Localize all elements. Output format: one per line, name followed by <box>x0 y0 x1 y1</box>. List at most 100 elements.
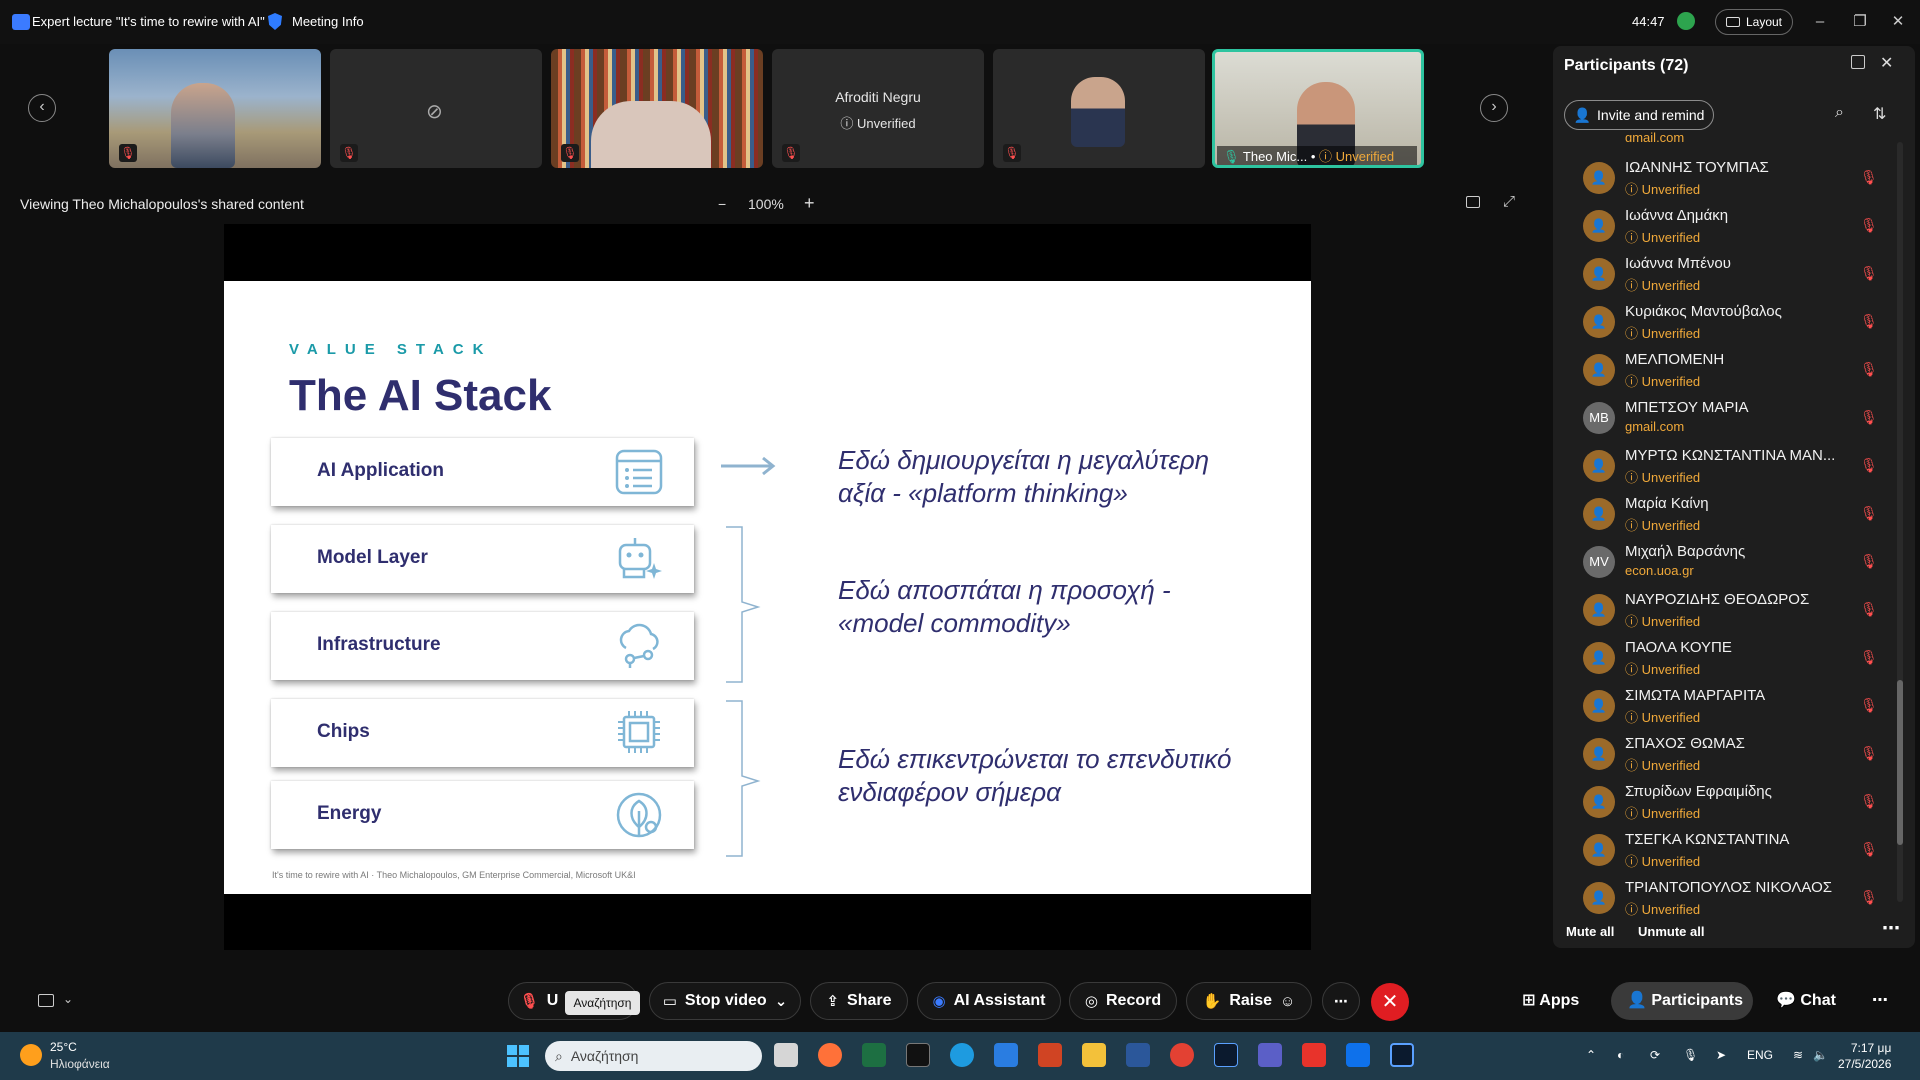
video-thumb-3[interactable]: 🎙 <box>551 49 763 168</box>
chrome-icon[interactable] <box>1170 1043 1194 1067</box>
tray-mic-muted-icon[interactable]: 🎙 <box>1683 1048 1698 1062</box>
video-thumb-5[interactable]: 🎙 <box>993 49 1205 168</box>
webex-active-icon[interactable] <box>1390 1043 1414 1067</box>
muted-mic-icon[interactable]: 🎙 <box>1860 601 1878 618</box>
anydesk-icon[interactable] <box>1302 1043 1326 1067</box>
invite-remind-button[interactable]: 👤 Invite and remind <box>1564 100 1714 130</box>
meeting-info-link[interactable]: Meeting Info <box>292 14 364 29</box>
raise-hand-button[interactable]: ✋ Raise ☺ <box>1186 982 1312 1020</box>
taskbar-search[interactable]: ⌕ Αναζήτηση <box>545 1041 762 1071</box>
toolbar-more-icon[interactable]: ⋯ <box>1872 990 1888 1010</box>
word-icon[interactable] <box>1126 1043 1150 1067</box>
zoom-out-button[interactable]: − <box>718 196 726 212</box>
video-thumb-1[interactable]: 🎙 <box>109 49 321 168</box>
prev-page-icon[interactable]: ‹ <box>28 94 56 122</box>
tray-sync-icon[interactable]: ⟳ <box>1650 1048 1660 1062</box>
video-thumb-active-speaker[interactable]: 🎙 Theo Mic... • ⓘ Unverified <box>1212 49 1424 168</box>
participants-button[interactable]: 👤 Participants <box>1627 990 1743 1010</box>
participant-row[interactable]: 👤 ΙΩΑΝΝΗΣ ΤΟΥΜΠΑΣ ⓘ Unverified 🎙 <box>1583 155 1883 203</box>
weather-temp[interactable]: 25°C <box>50 1040 77 1054</box>
chevron-down-icon[interactable]: ⌄ <box>63 992 73 1006</box>
leave-meeting-button[interactable]: ✕ <box>1371 983 1409 1021</box>
tradingview-icon[interactable] <box>906 1043 930 1067</box>
participant-row[interactable]: 👤 ΤΡΙΑΝΤΟΠΟΥΛΟΣ ΝΙΚΟΛΑΟΣ ⓘ Unverified 🎙 <box>1583 875 1883 923</box>
participant-row[interactable]: 👤 Κυριάκος Μαντούβαλος ⓘ Unverified 🎙 <box>1583 299 1883 347</box>
muted-mic-icon[interactable]: 🎙 <box>1860 889 1878 906</box>
participant-row[interactable]: 👤 Σπυρίδων Εφραιμίδης ⓘ Unverified 🎙 <box>1583 779 1883 827</box>
share-button[interactable]: ⇪ Share <box>810 982 908 1020</box>
close-panel-icon[interactable]: ✕ <box>1880 53 1893 73</box>
mute-all-button[interactable]: Mute all <box>1566 924 1614 939</box>
tray-location-icon[interactable]: ➤ <box>1716 1048 1726 1062</box>
language-indicator[interactable]: ENG <box>1747 1048 1773 1062</box>
participant-row[interactable]: 👤 ΝΑΥΡΟΖΙΔΗΣ ΘΕΟΔΩΡΟΣ ⓘ Unverified 🎙 <box>1583 587 1883 635</box>
close-window-button[interactable]: ✕ <box>1888 12 1908 32</box>
participant-row[interactable]: 👤 Ιωάννα Μπένου ⓘ Unverified 🎙 <box>1583 251 1883 299</box>
muted-mic-icon[interactable]: 🎙 <box>1860 793 1878 810</box>
participant-row[interactable]: 👤 Μαρία Καίνη ⓘ Unverified 🎙 <box>1583 491 1883 539</box>
participant-row[interactable]: 👤 ΤΣΕΓΚΑ ΚΩΝΣΤΑΝΤΙΝΑ ⓘ Unverified 🎙 <box>1583 827 1883 875</box>
popout-panel-icon[interactable] <box>1851 55 1865 69</box>
video-thumb-4[interactable]: Afroditi Negru ⓘ Unverified 🎙 <box>772 49 984 168</box>
tray-chevron-up-icon[interactable]: ⌃ <box>1586 1048 1596 1062</box>
muted-mic-icon[interactable]: 🎙 <box>1860 169 1878 186</box>
file-explorer-icon[interactable] <box>1082 1043 1106 1067</box>
excel-icon[interactable] <box>862 1043 886 1067</box>
participant-row[interactable]: 👤 Ιωάννα Δημάκη ⓘ Unverified 🎙 <box>1583 203 1883 251</box>
teamviewer-icon[interactable] <box>1346 1043 1370 1067</box>
next-page-icon[interactable]: › <box>1480 94 1508 122</box>
volume-icon[interactable]: 🔈 <box>1813 1048 1828 1062</box>
stop-video-button[interactable]: ▭ Stop video ⌄ <box>649 982 801 1020</box>
teams-icon[interactable] <box>1258 1043 1282 1067</box>
tray-webex-icon[interactable]: ◐ <box>1617 1048 1624 1062</box>
minimize-button[interactable]: – <box>1810 12 1830 32</box>
muted-mic-icon[interactable]: 🎙 <box>1860 745 1878 762</box>
muted-mic-icon[interactable]: 🎙 <box>1860 265 1878 282</box>
store-icon[interactable] <box>994 1043 1018 1067</box>
muted-mic-icon[interactable]: 🎙 <box>1860 553 1878 570</box>
participant-row[interactable]: MB ΜΠΕΤΣΟΥ ΜΑΡΙΑ gmail.com 🎙 <box>1583 395 1883 443</box>
secure-status-icon[interactable] <box>1677 12 1695 30</box>
panel-scrollbar-thumb[interactable] <box>1897 680 1903 845</box>
apps-button[interactable]: ⊞ Apps <box>1522 990 1579 1010</box>
muted-mic-icon[interactable]: 🎙 <box>1860 505 1878 522</box>
popout-share-icon[interactable] <box>1466 196 1480 208</box>
muted-mic-icon[interactable]: 🎙 <box>1860 841 1878 858</box>
participant-row[interactable]: 👤 ΣΠΑΧΟΣ ΘΩΜΑΣ ⓘ Unverified 🎙 <box>1583 731 1883 779</box>
chat-button[interactable]: 💬 Chat <box>1776 990 1836 1010</box>
layout-button[interactable]: Layout <box>1715 9 1793 35</box>
muted-mic-icon[interactable]: 🎙 <box>1860 409 1878 426</box>
task-view-icon[interactable] <box>774 1043 798 1067</box>
restore-button[interactable]: ❐ <box>1850 12 1870 32</box>
firefox-icon[interactable] <box>818 1043 842 1067</box>
participant-row[interactable]: 👤 ΜΕΛΠΟΜΕΝΗ ⓘ Unverified 🎙 <box>1583 347 1883 395</box>
video-thumb-2[interactable]: ⊘ 🎙 <box>330 49 542 168</box>
muted-mic-icon[interactable]: 🎙 <box>1860 457 1878 474</box>
zoom-in-button[interactable]: + <box>804 193 815 214</box>
ai-assistant-button[interactable]: ◉ AI Assistant <box>917 982 1061 1020</box>
participant-row[interactable]: 👤 ΠΑΟΛΑ ΚΟΥΠΕ ⓘ Unverified 🎙 <box>1583 635 1883 683</box>
participant-row[interactable]: 👤 ΜΥΡΤΩ ΚΩΝΣΤΑΝΤΙΝΑ ΜΑΝ... ⓘ Unverified 🎙 <box>1583 443 1883 491</box>
captions-icon[interactable] <box>38 994 54 1007</box>
wifi-icon[interactable]: ≋ <box>1793 1048 1803 1062</box>
participant-row[interactable]: MV Μιχαήλ Βαρσάνης econ.uoa.gr 🎙 <box>1583 539 1883 587</box>
windows-start-icon[interactable] <box>506 1044 530 1068</box>
powerpoint-icon[interactable] <box>1038 1043 1062 1067</box>
more-options-icon[interactable]: ⋯ <box>1882 918 1900 939</box>
more-button[interactable]: ⋯ <box>1322 982 1360 1020</box>
unmute-all-button[interactable]: Unmute all <box>1638 924 1704 939</box>
sort-icon[interactable]: ⇅ <box>1873 104 1886 124</box>
search-icon[interactable]: ⌕ <box>1835 104 1844 122</box>
record-button[interactable]: ◎ Record <box>1069 982 1177 1020</box>
webex-icon[interactable] <box>1214 1043 1238 1067</box>
fullscreen-icon[interactable]: ⤢ <box>1503 193 1515 210</box>
muted-mic-icon[interactable]: 🎙 <box>1860 217 1878 234</box>
muted-mic-icon[interactable]: 🎙 <box>1860 313 1878 330</box>
system-clock[interactable]: 7:17 μμ 27/5/2026 <box>1838 1040 1891 1072</box>
weather-desc[interactable]: Ηλιοφάνεια <box>50 1057 110 1071</box>
muted-mic-icon[interactable]: 🎙 <box>1860 697 1878 714</box>
participant-row[interactable]: 👤 ΣΙΜΩΤΑ ΜΑΡΓΑΡΙΤΑ ⓘ Unverified 🎙 <box>1583 683 1883 731</box>
edge-icon[interactable] <box>950 1043 974 1067</box>
weather-sun-icon[interactable] <box>20 1044 42 1066</box>
muted-mic-icon[interactable]: 🎙 <box>1860 649 1878 666</box>
